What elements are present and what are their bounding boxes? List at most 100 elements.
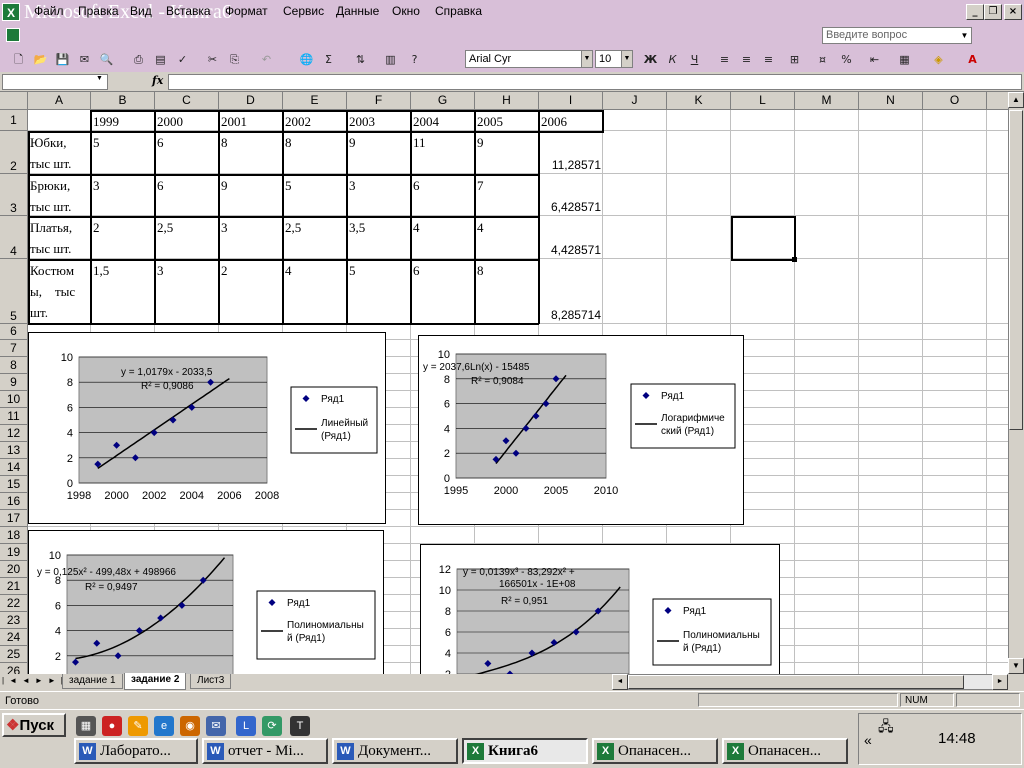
year-cell[interactable]: 2006	[539, 110, 603, 131]
column-header[interactable]: D	[219, 92, 283, 110]
row-header[interactable]: 8	[0, 357, 28, 374]
restore-button[interactable]: ❐	[984, 4, 1002, 20]
value-cell[interactable]: 2,5	[283, 216, 347, 259]
value-cell[interactable]: 4	[283, 259, 347, 324]
value-cell[interactable]: 5	[347, 259, 411, 324]
value-cell[interactable]: 6	[411, 259, 475, 324]
column-header[interactable]: I	[539, 92, 603, 110]
product-name-cell[interactable]: Брюки, тыс шт.	[28, 174, 91, 216]
row-header[interactable]: 16	[0, 493, 28, 510]
row-header[interactable]: 14	[0, 459, 28, 476]
menu-data[interactable]: Данные	[336, 4, 379, 18]
row-header[interactable]: 5	[0, 259, 28, 324]
value-cell[interactable]: 1,5	[91, 259, 155, 324]
year-cell[interactable]: 2003	[347, 110, 411, 131]
close-button[interactable]: ×	[1004, 4, 1022, 20]
help-search-input[interactable]: Введите вопрос	[822, 27, 972, 44]
row-header[interactable]: 22	[0, 595, 28, 612]
task-button-workbook[interactable]: X Книга6	[462, 738, 588, 764]
font-color-icon[interactable]: A	[964, 51, 981, 68]
workbook-icon[interactable]	[6, 28, 20, 42]
network-icon[interactable]: 🖧	[878, 716, 896, 734]
column-header[interactable]: B	[91, 92, 155, 110]
row-header[interactable]: 24	[0, 629, 28, 646]
open-icon[interactable]: 📂	[32, 51, 49, 68]
row-header[interactable]: 11	[0, 408, 28, 425]
value-cell[interactable]: 5	[283, 174, 347, 216]
task-button-opanasenko-2[interactable]: X Опанасен...	[722, 738, 848, 764]
preview-icon[interactable]: ▤	[152, 51, 169, 68]
column-header[interactable]: C	[155, 92, 219, 110]
permission-icon[interactable]: ✉	[76, 51, 93, 68]
year-cell[interactable]: 2002	[283, 110, 347, 131]
value-cell[interactable]: 9	[475, 131, 539, 174]
row-header[interactable]: 21	[0, 578, 28, 595]
product-name-cell[interactable]: Юбки, тыс шт.	[28, 131, 91, 174]
year-cell[interactable]: 2004	[411, 110, 475, 131]
h-scroll-thumb[interactable]	[628, 675, 964, 689]
column-header[interactable]: F	[347, 92, 411, 110]
menu-insert[interactable]: Вставка	[166, 4, 211, 18]
minimize-button[interactable]: _	[966, 4, 984, 20]
row-header[interactable]: 13	[0, 442, 28, 459]
print-icon[interactable]: ⎙	[130, 51, 147, 68]
value-cell[interactable]: 4	[475, 216, 539, 259]
autosum-icon[interactable]: Σ	[320, 51, 337, 68]
row-header[interactable]: 25	[0, 646, 28, 663]
column-header[interactable]	[987, 92, 1008, 110]
task-button-laboratory[interactable]: W Лаборато...	[74, 738, 198, 764]
chevron-down-icon[interactable]: ▼	[959, 29, 970, 42]
value-cell[interactable]: 3	[91, 174, 155, 216]
tab-zadanie-2[interactable]: задание 2	[124, 673, 187, 690]
sort-icon[interactable]: ⇅	[352, 51, 369, 68]
year-cell[interactable]: 2000	[155, 110, 219, 131]
row-header[interactable]: 17	[0, 510, 28, 527]
task-button-opanasenko-1[interactable]: X Опанасен...	[592, 738, 718, 764]
value-cell[interactable]: 3	[219, 216, 283, 259]
value-cell[interactable]: 5	[91, 131, 155, 174]
row-header[interactable]: 26	[0, 663, 28, 674]
year-cell[interactable]: 1999	[91, 110, 155, 131]
media-icon[interactable]: ●	[102, 716, 122, 736]
currency-icon[interactable]: ¤	[814, 51, 831, 68]
value-cell[interactable]: 11	[411, 131, 475, 174]
new-icon[interactable]: 🗋	[10, 51, 27, 68]
scroll-right-icon[interactable]: ►	[992, 674, 1008, 690]
scroll-up-icon[interactable]: ▲	[1008, 92, 1024, 108]
column-header[interactable]: H	[475, 92, 539, 110]
fx-icon[interactable]: fx	[152, 74, 163, 87]
column-header[interactable]: O	[923, 92, 987, 110]
select-all-corner[interactable]	[0, 92, 28, 110]
italic-button[interactable]: К	[664, 51, 681, 68]
value-cell[interactable]: 8	[283, 131, 347, 174]
menu-file[interactable]: Файл	[34, 4, 64, 18]
value-cell[interactable]: 8	[219, 131, 283, 174]
row-header[interactable]: 12	[0, 425, 28, 442]
formula-input[interactable]	[168, 74, 1022, 90]
scroll-thumb[interactable]	[1009, 110, 1023, 430]
undo-icon[interactable]: ↶	[258, 51, 275, 68]
forecast-cell[interactable]: 8,285714	[539, 259, 603, 324]
scroll-down-icon[interactable]: ▼	[1008, 658, 1024, 674]
decrease-indent-icon[interactable]: ⇤	[866, 51, 883, 68]
product-name-cell[interactable]: Костюм ы, тыс шт.	[28, 259, 91, 324]
chevron-down-icon[interactable]: ▼	[581, 51, 592, 67]
scroll-left-icon[interactable]: ◄	[612, 674, 628, 690]
column-header[interactable]: K	[667, 92, 731, 110]
forecast-cell[interactable]: 11,28571	[539, 131, 603, 174]
fill-handle[interactable]	[792, 257, 797, 262]
row-header[interactable]: 9	[0, 374, 28, 391]
worksheet-grid[interactable]: ABCDEFGHIJKLMNO 1 2 3 4 5 6 7 8 9 10 11 12 13 14 15 16 1…	[0, 92, 1008, 674]
start-button[interactable]: ❖Пуск	[2, 713, 66, 737]
value-cell[interactable]: 2	[219, 259, 283, 324]
menu-view[interactable]: Вид	[130, 4, 152, 18]
chart-polynomial-2[interactable]: 2 4 6 8 10 y = 0,125x² - 499,48x + 498966 R² =…	[28, 530, 384, 674]
menu-format[interactable]: Формат	[225, 4, 268, 18]
row-header[interactable]: 18	[0, 527, 28, 544]
value-cell[interactable]: 9	[347, 131, 411, 174]
chart-linear[interactable]: 0 2 4 6 8 10 1998 2000 2002 2004 2006 2008 y = 1,017…	[28, 332, 386, 524]
value-cell[interactable]: 3	[155, 259, 219, 324]
align-right-icon[interactable]: ≡	[760, 51, 777, 68]
column-header[interactable]: N	[859, 92, 923, 110]
row-header[interactable]: 20	[0, 561, 28, 578]
